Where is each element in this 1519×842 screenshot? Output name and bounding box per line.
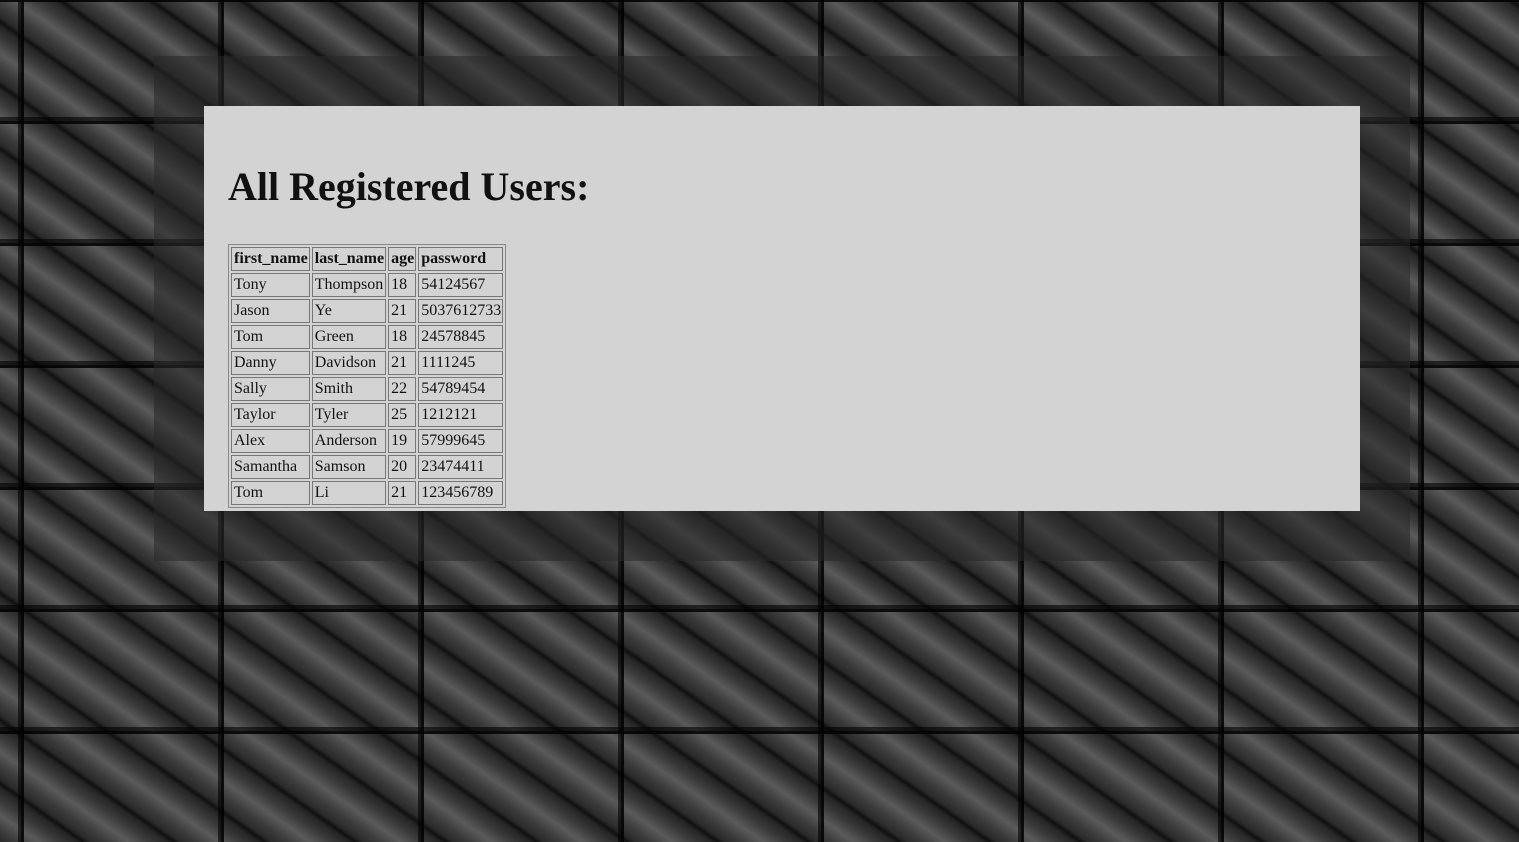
cell-first-name: Danny: [231, 351, 310, 375]
table-row: Taylor Tyler 25 1212121: [231, 403, 504, 427]
cell-first-name: Samantha: [231, 455, 310, 479]
cell-last-name: Tyler: [311, 403, 387, 427]
table-row: Alex Anderson 19 57999645: [231, 429, 504, 453]
cell-first-name: Tom: [231, 325, 310, 349]
cell-age: 18: [388, 325, 417, 349]
table-row: Tom Li 21 123456789: [231, 481, 504, 505]
cell-age: 21: [388, 481, 417, 505]
cell-age: 22: [388, 377, 417, 401]
cell-last-name: Green: [311, 325, 387, 349]
column-header-age: age: [388, 247, 417, 271]
cell-last-name: Ye: [311, 299, 387, 323]
cell-password: 57999645: [418, 429, 504, 453]
page-title: All Registered Users:: [228, 164, 590, 209]
cell-age: 25: [388, 403, 417, 427]
table-row: Samantha Samson 20 23474411: [231, 455, 504, 479]
table-row: Jason Ye 21 5037612733: [231, 299, 504, 323]
cell-password: 54789454: [418, 377, 504, 401]
cell-age: 18: [388, 273, 417, 297]
table-row: Danny Davidson 21 1111245: [231, 351, 504, 375]
cell-first-name: Tom: [231, 481, 310, 505]
cell-last-name: Davidson: [311, 351, 387, 375]
cell-first-name: Taylor: [231, 403, 310, 427]
cell-password: 1111245: [418, 351, 504, 375]
cell-last-name: Anderson: [311, 429, 387, 453]
cell-age: 21: [388, 351, 417, 375]
table-row: Tony Thompson 18 54124567: [231, 273, 504, 297]
cell-last-name: Thompson: [311, 273, 387, 297]
column-header-password: password: [418, 247, 504, 271]
cell-first-name: Tony: [231, 273, 310, 297]
cell-first-name: Alex: [231, 429, 310, 453]
cell-password: 5037612733: [418, 299, 504, 323]
cell-password: 123456789: [418, 481, 504, 505]
table-row: Tom Green 18 24578845: [231, 325, 504, 349]
table-header-row: first_name last_name age password: [231, 247, 504, 271]
cell-password: 1212121: [418, 403, 504, 427]
users-table: first_name last_name age password Tony T…: [228, 244, 507, 508]
table-row: Sally Smith 22 54789454: [231, 377, 504, 401]
column-header-last-name: last_name: [311, 247, 387, 271]
cell-age: 20: [388, 455, 417, 479]
cell-password: 23474411: [418, 455, 504, 479]
cell-password: 54124567: [418, 273, 504, 297]
cell-last-name: Smith: [311, 377, 387, 401]
cell-last-name: Samson: [311, 455, 387, 479]
column-header-first-name: first_name: [231, 247, 310, 271]
cell-last-name: Li: [311, 481, 387, 505]
cell-age: 19: [388, 429, 417, 453]
cell-first-name: Jason: [231, 299, 310, 323]
cell-password: 24578845: [418, 325, 504, 349]
cell-first-name: Sally: [231, 377, 310, 401]
main-panel: All Registered Users: first_name last_na…: [204, 106, 1360, 511]
cell-age: 21: [388, 299, 417, 323]
